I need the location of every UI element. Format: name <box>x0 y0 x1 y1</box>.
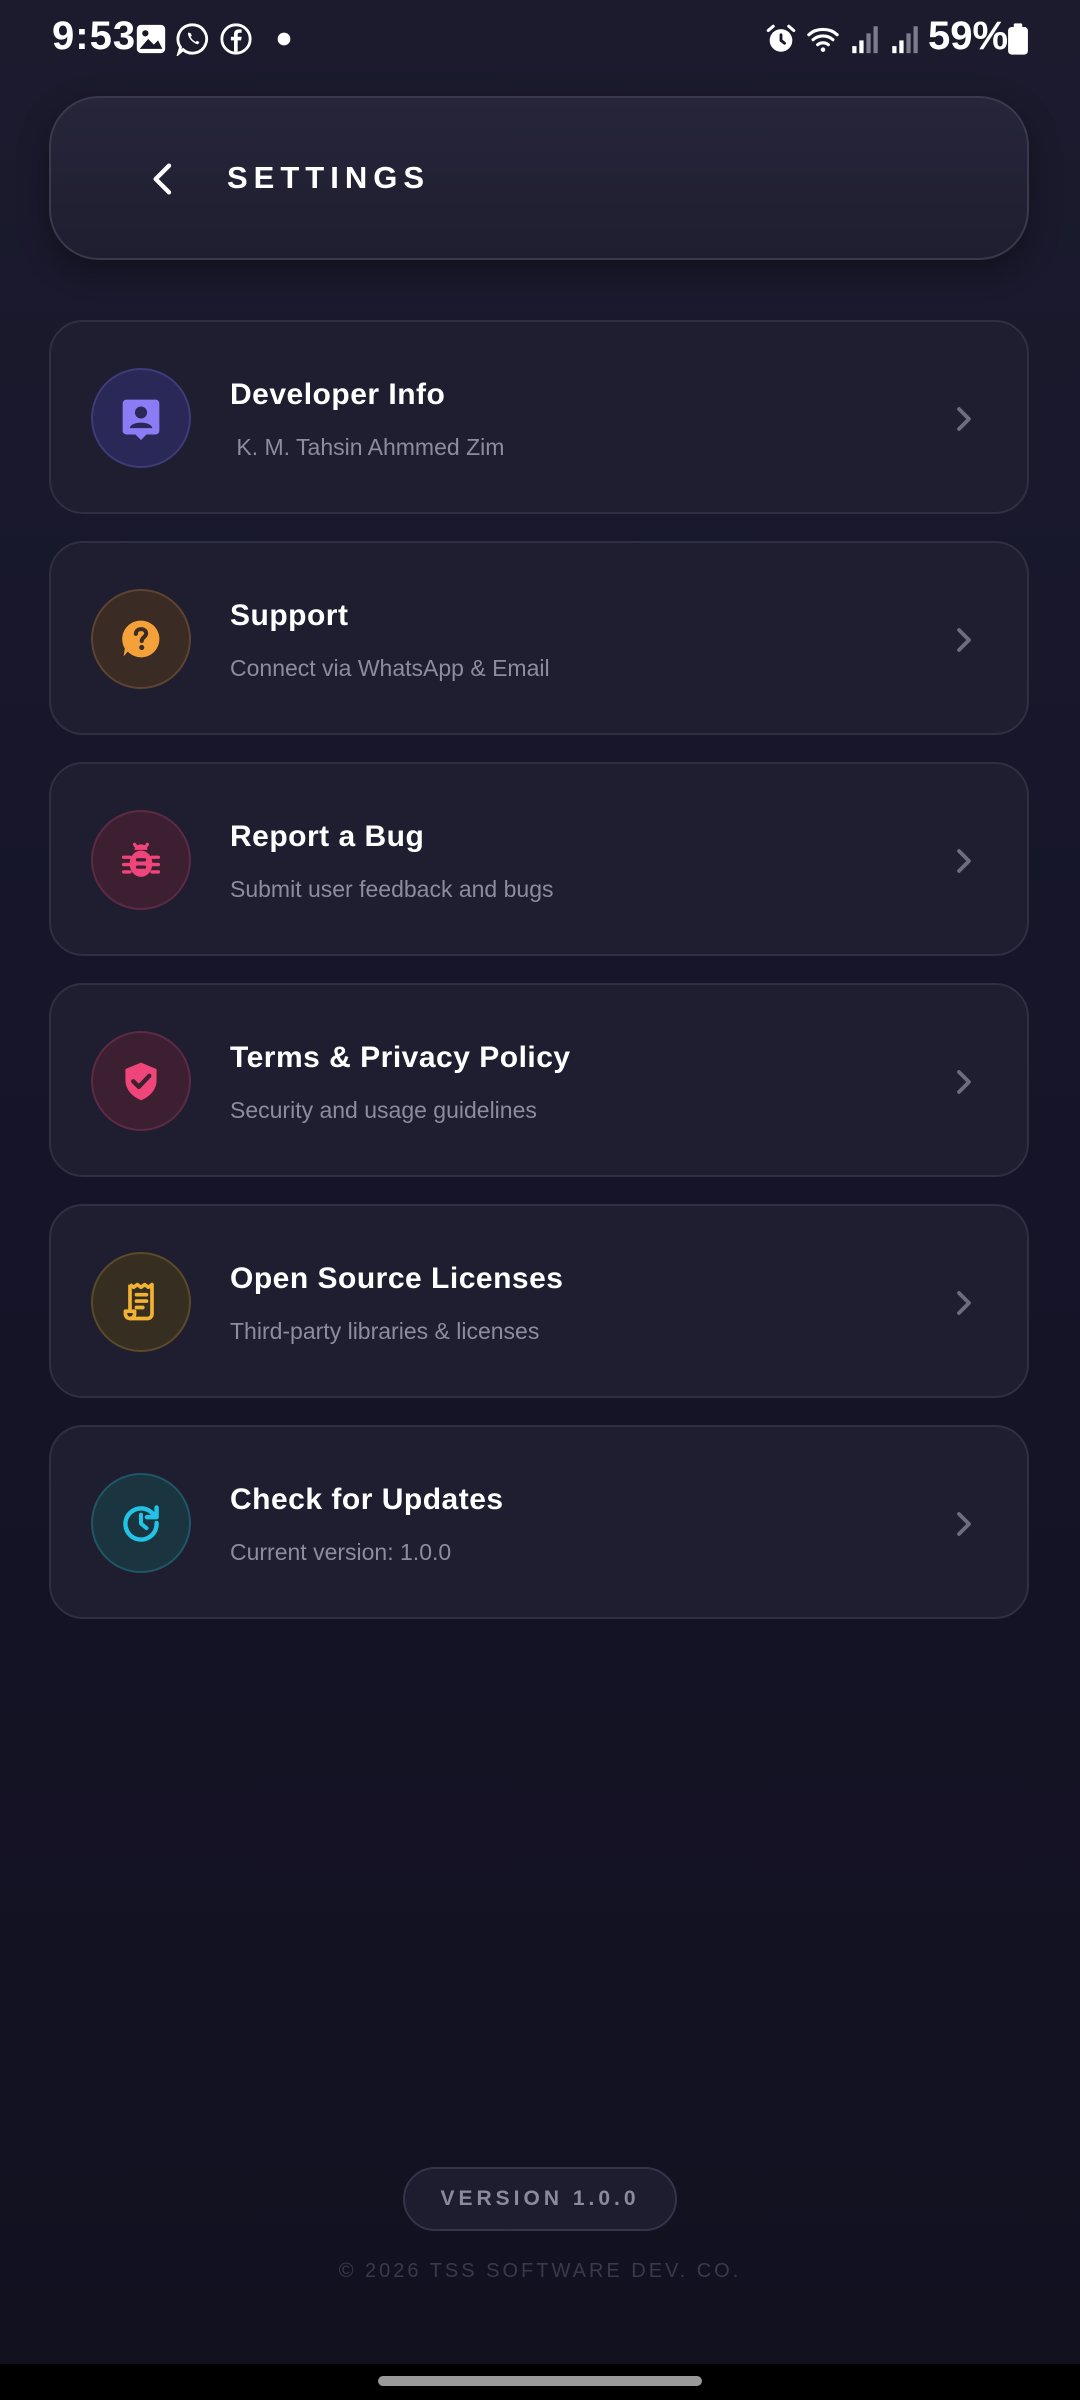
receipt-icon <box>123 1282 154 1321</box>
chevron-right-icon <box>957 1070 971 1094</box>
settings-list: Developer Info K. M. Tahsin Ahmmed Zim S… <box>49 320 1029 1646</box>
shield-check-icon <box>125 1062 157 1101</box>
item-subtitle: Third-party libraries & licenses <box>230 1318 540 1344</box>
contact-card-icon <box>122 399 160 440</box>
terms-privacy-item[interactable]: Terms & Privacy Policy Security and usag… <box>49 983 1029 1177</box>
settings-screen: 9:53 59% SETTINGS Developer Info K. M. T… <box>0 0 1080 2364</box>
copyright-text: © 2026 TSS SOFTWARE DEV. CO. <box>338 2260 742 2282</box>
more-notifications-dot-icon <box>277 32 291 46</box>
item-subtitle: K. M. Tahsin Ahmmed Zim <box>230 434 505 460</box>
gallery-notification-icon <box>136 24 166 54</box>
developer-info-icon-badge <box>91 368 191 468</box>
check-updates-item[interactable]: Check for Updates Current version: 1.0.0 <box>49 1425 1029 1619</box>
chevron-right-icon <box>957 407 971 431</box>
terms-privacy-icon-badge <box>91 1031 191 1131</box>
item-title: Check for Updates <box>230 1483 504 1516</box>
item-title: Open Source Licenses <box>230 1262 564 1295</box>
item-subtitle: Connect via WhatsApp & Email <box>230 655 550 681</box>
back-button[interactable] <box>121 136 207 222</box>
chevron-right-icon <box>957 1512 971 1536</box>
facebook-notification-icon <box>220 23 252 55</box>
item-subtitle: Submit user feedback and bugs <box>230 876 554 902</box>
update-icon <box>123 1505 159 1542</box>
status-time: 9:53 <box>52 14 137 58</box>
open-source-licenses-item[interactable]: Open Source Licenses Third-party librari… <box>49 1204 1029 1398</box>
status-bar: 9:53 59% <box>0 0 1080 80</box>
item-subtitle: Security and usage guidelines <box>230 1097 537 1123</box>
item-title: Support <box>230 599 349 632</box>
page-title: SETTINGS <box>227 160 431 195</box>
developer-info-item[interactable]: Developer Info K. M. Tahsin Ahmmed Zim <box>49 320 1029 514</box>
help-icon <box>122 620 160 658</box>
chevron-left-icon <box>153 163 172 195</box>
alarm-icon <box>766 24 796 52</box>
report-bug-item[interactable]: Report a Bug Submit user feedback and bu… <box>49 762 1029 956</box>
battery-percent: 59% <box>928 14 1009 58</box>
chevron-right-icon <box>957 1291 971 1315</box>
chevron-right-icon <box>957 628 971 652</box>
item-subtitle: Current version: 1.0.0 <box>230 1539 452 1565</box>
report-bug-icon-badge <box>91 810 191 910</box>
item-title: Developer Info <box>230 378 446 411</box>
home-indicator[interactable] <box>378 2376 702 2386</box>
support-icon-badge <box>91 589 191 689</box>
signal-sim1-icon <box>852 26 878 54</box>
navigation-bar <box>0 2364 1080 2400</box>
item-title: Terms & Privacy Policy <box>230 1041 571 1074</box>
header-bar: SETTINGS <box>49 96 1029 260</box>
item-title: Report a Bug <box>230 820 425 853</box>
wifi-icon <box>807 27 839 52</box>
chevron-right-icon <box>957 849 971 873</box>
signal-sim2-icon <box>892 26 918 54</box>
open-source-licenses-icon-badge <box>91 1252 191 1352</box>
support-item[interactable]: Support Connect via WhatsApp & Email <box>49 541 1029 735</box>
bug-icon <box>121 842 161 877</box>
battery-icon <box>1008 23 1028 55</box>
version-badge: VERSION 1.0.0 <box>403 2167 677 2231</box>
check-updates-icon-badge <box>91 1473 191 1573</box>
whatsapp-notification-icon <box>176 23 209 56</box>
